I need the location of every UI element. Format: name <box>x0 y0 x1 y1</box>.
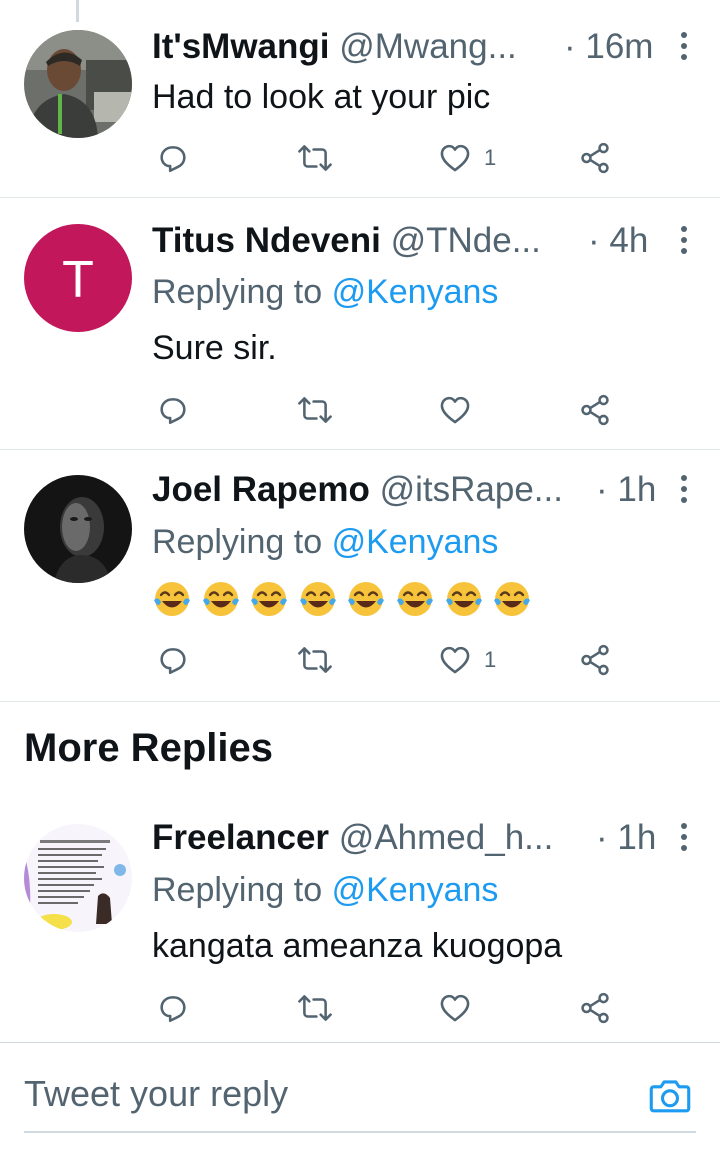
tweet-header: Joel Rapemo @itsRape... · 1h <box>152 470 696 510</box>
section-title: More Replies <box>24 726 273 770</box>
like-button[interactable] <box>438 390 484 430</box>
avatar-letter: T <box>62 251 94 309</box>
tears-of-joy-emoji <box>395 578 435 618</box>
share-icon <box>578 393 612 427</box>
share-icon <box>578 141 612 175</box>
display-name[interactable]: It'sMwangi <box>152 27 330 66</box>
camera-icon[interactable] <box>648 1075 696 1119</box>
replying-to-line: Replying to @Kenyans <box>152 272 498 312</box>
reply-input[interactable] <box>24 1070 624 1118</box>
tears-of-joy-emoji <box>298 578 338 618</box>
avatar[interactable] <box>24 824 132 932</box>
like-button[interactable] <box>438 988 484 1028</box>
reply-icon <box>156 991 190 1025</box>
more-icon[interactable] <box>672 29 696 65</box>
retweet-icon <box>298 643 332 677</box>
avatar[interactable] <box>24 475 132 583</box>
reply-tweet[interactable]: Joel Rapemo @itsRape... · 1h Replying to… <box>0 450 720 702</box>
reply-button[interactable] <box>156 988 190 1028</box>
reply-tweet[interactable]: It'sMwangi @Mwang... · 16m Had to look a… <box>0 0 720 198</box>
share-button[interactable] <box>578 988 612 1028</box>
reply-tweet[interactable]: Freelancer @Ahmed_h... · 1h Replying to … <box>0 800 720 1042</box>
share-icon <box>578 991 612 1025</box>
share-button[interactable] <box>578 138 612 178</box>
avatar[interactable] <box>24 30 132 138</box>
retweet-icon <box>298 393 332 427</box>
replying-to-label: Replying to <box>152 273 323 311</box>
timestamp[interactable]: · 1h <box>596 470 656 510</box>
tweet-text: kangata ameanza kuogopa <box>152 927 563 965</box>
replying-to-line: Replying to @Kenyans <box>152 870 498 910</box>
tweet-text: Had to look at your pic <box>152 78 491 116</box>
user-handle[interactable]: @Ahmed_h... <box>339 818 554 857</box>
reply-icon <box>156 643 190 677</box>
user-handle[interactable]: @Mwang... <box>339 27 517 66</box>
timestamp[interactable]: · 16m <box>564 27 653 67</box>
like-icon <box>438 991 472 1025</box>
like-count: 1 <box>484 145 497 170</box>
replying-to-link[interactable]: @Kenyans <box>332 273 499 311</box>
more-icon[interactable] <box>672 223 696 259</box>
like-button[interactable]: 1 <box>438 640 496 680</box>
replying-to-link[interactable]: @Kenyans <box>332 523 499 561</box>
retweet-icon <box>298 141 332 175</box>
tears-of-joy-emoji <box>201 578 241 618</box>
share-button[interactable] <box>578 640 612 680</box>
reply-button[interactable] <box>156 390 190 430</box>
reply-tweet[interactable]: T Titus Ndeveni @TNde... · 4h Replying t… <box>0 198 720 450</box>
retweet-button[interactable] <box>298 390 332 430</box>
retweet-button[interactable] <box>298 640 332 680</box>
display-name[interactable]: Joel Rapemo <box>152 470 370 509</box>
more-icon[interactable] <box>672 820 696 856</box>
display-name[interactable]: Titus Ndeveni <box>152 221 381 260</box>
tears-of-joy-emoji <box>444 578 484 618</box>
like-icon <box>438 643 472 677</box>
replying-to-label: Replying to <box>152 523 323 561</box>
retweet-icon <box>298 991 332 1025</box>
replying-to-line: Replying to @Kenyans <box>152 522 498 562</box>
retweet-button[interactable] <box>298 138 332 178</box>
composer-underline <box>24 1131 696 1133</box>
retweet-button[interactable] <box>298 988 332 1028</box>
avatar[interactable]: T <box>24 224 132 332</box>
reply-button[interactable] <box>156 138 190 178</box>
more-icon[interactable] <box>672 472 696 508</box>
share-button[interactable] <box>578 390 612 430</box>
user-handle[interactable]: @itsRape... <box>380 470 563 509</box>
replying-to-link[interactable]: @Kenyans <box>332 871 499 909</box>
replying-to-label: Replying to <box>152 871 323 909</box>
tweet-text: Sure sir. <box>152 329 277 367</box>
share-icon <box>578 643 612 677</box>
reply-icon <box>156 141 190 175</box>
tears-of-joy-emoji <box>346 578 386 618</box>
like-count: 1 <box>484 647 497 672</box>
tears-of-joy-emoji <box>152 578 192 618</box>
tweet-header: Freelancer @Ahmed_h... · 1h <box>152 818 696 858</box>
like-icon <box>438 141 472 175</box>
tears-of-joy-emoji <box>249 578 289 618</box>
timestamp[interactable]: · 1h <box>596 818 656 858</box>
reply-icon <box>156 393 190 427</box>
tweet-header: It'sMwangi @Mwang... · 16m <box>152 27 696 67</box>
like-icon <box>438 393 472 427</box>
display-name[interactable]: Freelancer <box>152 818 329 857</box>
reply-button[interactable] <box>156 640 190 680</box>
like-button[interactable]: 1 <box>438 138 496 178</box>
timestamp[interactable]: · 4h <box>588 221 648 261</box>
reply-composer <box>0 1042 720 1161</box>
tears-of-joy-emoji <box>492 578 532 618</box>
tweet-text <box>152 578 541 618</box>
user-handle[interactable]: @TNde... <box>391 221 541 260</box>
tweet-header: Titus Ndeveni @TNde... · 4h <box>152 221 696 261</box>
